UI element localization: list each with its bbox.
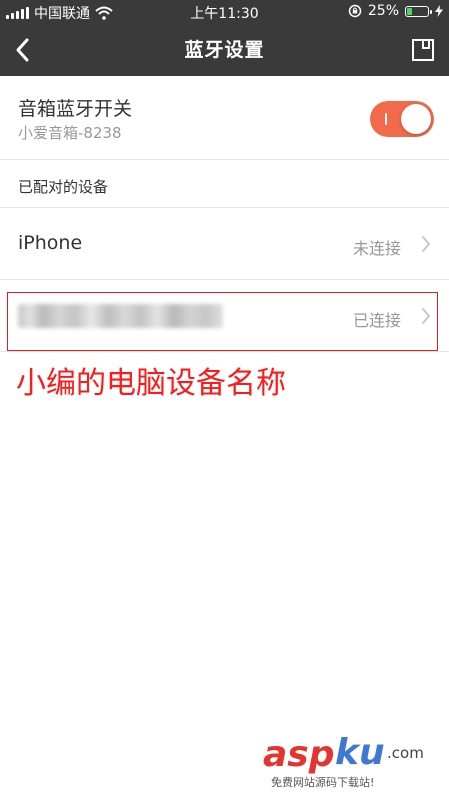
section-title: 已配对的设备 bbox=[18, 178, 109, 196]
battery-icon bbox=[405, 5, 432, 17]
status-right: 25% bbox=[348, 3, 443, 19]
watermark-com: .com bbox=[387, 744, 424, 762]
watermark-ku: ku bbox=[335, 732, 385, 773]
device-status: 未连接 bbox=[352, 239, 401, 258]
toggle-on-indicator bbox=[385, 113, 387, 125]
speaker-name: 小爱音箱-8238 bbox=[18, 124, 122, 142]
save-icon[interactable] bbox=[411, 38, 435, 62]
chevron-right-icon bbox=[422, 236, 431, 252]
nav-bar: 蓝牙设置 bbox=[0, 24, 449, 76]
device-row-iphone[interactable]: iPhone 未连接 bbox=[0, 208, 449, 280]
battery-fill bbox=[407, 7, 412, 15]
highlight-box bbox=[7, 292, 438, 351]
paired-devices-header: 已配对的设备 bbox=[0, 160, 449, 208]
watermark-logo: asp ku .com 免费网站源码下载站! bbox=[253, 732, 443, 792]
device-name: iPhone bbox=[18, 232, 83, 254]
annotation-label: 小编的电脑设备名称 bbox=[16, 366, 286, 401]
battery-percent: 25% bbox=[367, 3, 399, 19]
bluetooth-toggle[interactable] bbox=[370, 101, 434, 137]
page-title: 蓝牙设置 bbox=[184, 39, 265, 61]
charging-bolt-icon bbox=[435, 5, 443, 17]
status-bar: 中国联通 上午11:30 25% bbox=[0, 0, 449, 24]
watermark-sub: 免费网站源码下载站! bbox=[271, 776, 375, 789]
rotation-lock-icon bbox=[348, 4, 362, 18]
watermark-asp: asp bbox=[263, 734, 335, 775]
speaker-bluetooth-label: 音箱蓝牙开关 bbox=[18, 98, 133, 120]
toggle-knob bbox=[401, 104, 431, 134]
screen: 中国联通 上午11:30 25% 蓝牙设置 音箱蓝牙开关 小爱音箱-8238 已… bbox=[0, 0, 449, 800]
